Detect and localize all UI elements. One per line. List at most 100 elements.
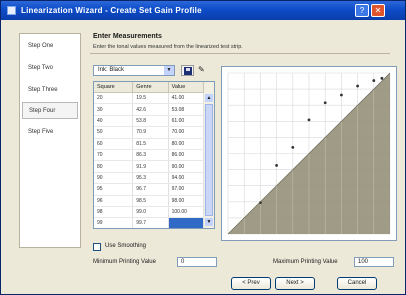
- data-point[interactable]: [307, 118, 311, 122]
- scroll-thumb[interactable]: [205, 104, 213, 216]
- table-row[interactable]: 96 98.5 98.00: [94, 195, 205, 207]
- close-button[interactable]: ✕: [371, 4, 385, 17]
- table-cell[interactable]: 97.00: [168, 183, 205, 196]
- table-cell[interactable]: 95: [94, 183, 134, 196]
- table-cell[interactable]: 61.00: [168, 115, 205, 128]
- use-smoothing-label: Use Smoothing: [105, 243, 147, 249]
- column-header[interactable]: Square: [94, 82, 134, 93]
- table-cell[interactable]: 86.3: [132, 149, 169, 162]
- panel-heading: Enter Measurements: [93, 33, 162, 40]
- table-row[interactable]: 20 19.5 41.00: [94, 92, 205, 105]
- table-cell[interactable]: 90: [94, 172, 134, 185]
- table-cell[interactable]: 90.00: [168, 160, 205, 173]
- min-printing-input[interactable]: 0: [177, 257, 217, 267]
- curve-chart: [227, 72, 391, 235]
- table-cell[interactable]: 99: [94, 217, 134, 228]
- table-scrollbar[interactable]: ▲ ▼: [204, 82, 214, 228]
- column-header[interactable]: Value: [168, 82, 205, 93]
- table-row[interactable]: 50 70.9 70.00: [94, 126, 205, 139]
- table-row[interactable]: 40 53.8 61.00: [94, 115, 205, 128]
- table-cell[interactable]: 20: [94, 92, 134, 105]
- cancel-button[interactable]: Cancel: [337, 277, 377, 290]
- table-cell[interactable]: 70.00: [168, 126, 205, 139]
- ink-select[interactable]: Ink: Black ▼: [93, 65, 175, 76]
- table-cell[interactable]: 94.00: [168, 172, 205, 185]
- step-one[interactable]: Step One: [22, 38, 78, 55]
- table-row[interactable]: 99 99.7: [94, 217, 205, 228]
- use-smoothing-checkbox[interactable]: [93, 243, 101, 251]
- table-cell[interactable]: 40: [94, 115, 134, 128]
- max-printing-input[interactable]: 100: [354, 257, 394, 267]
- floppy-disk-icon: [184, 67, 192, 75]
- table-cell[interactable]: 99.7: [132, 217, 169, 228]
- table-cell[interactable]: 98.00: [168, 195, 205, 207]
- app-icon: [7, 6, 16, 15]
- ink-select-value: Ink: Black: [98, 67, 125, 73]
- table-cell[interactable]: [168, 217, 205, 228]
- table-cell[interactable]: 70: [94, 149, 134, 162]
- edit-button[interactable]: ✎: [196, 65, 209, 76]
- title-bar: Linearization Wizard - Create Set Gain P…: [1, 1, 405, 20]
- table-cell[interactable]: 60: [94, 138, 134, 150]
- table-cell[interactable]: 98: [94, 206, 134, 219]
- step-label: Step Five: [28, 129, 54, 135]
- table-cell[interactable]: 53.08: [168, 103, 205, 116]
- wizard-window: Linearization Wizard - Create Set Gain P…: [0, 0, 406, 295]
- table-cell[interactable]: 42.6: [132, 103, 169, 116]
- table-cell[interactable]: 53.8: [132, 115, 169, 128]
- prev-button[interactable]: < Prev: [231, 277, 271, 290]
- table-row[interactable]: 60 81.5 80.00: [94, 138, 205, 150]
- data-point[interactable]: [275, 164, 278, 167]
- data-point[interactable]: [340, 93, 343, 97]
- table-cell[interactable]: 99.0: [132, 206, 169, 219]
- table-cell[interactable]: 91.9: [132, 160, 169, 173]
- data-point[interactable]: [291, 145, 295, 149]
- step-label: Step Three: [28, 87, 58, 93]
- table-cell[interactable]: 96.7: [132, 183, 169, 196]
- save-button[interactable]: [181, 65, 194, 76]
- table-cell[interactable]: 100.00: [168, 206, 205, 219]
- table-cell[interactable]: 96: [94, 195, 134, 207]
- table-cell[interactable]: 80.00: [168, 138, 205, 150]
- step-five[interactable]: Step Five: [22, 124, 78, 141]
- column-header[interactable]: Genre: [132, 82, 169, 93]
- step-label: Step Two: [28, 65, 53, 71]
- step-three[interactable]: Step Three: [22, 82, 78, 99]
- measurements-table: Square Genre Value 20 19.5 41.00 30 42.6 53.0…: [93, 81, 215, 229]
- min-printing-label: Minimum Printing Value: [93, 259, 156, 265]
- pencil-icon: ✎: [198, 65, 205, 74]
- data-point[interactable]: [380, 76, 384, 80]
- table-row[interactable]: 80 91.9 90.00: [94, 160, 205, 173]
- data-point[interactable]: [356, 84, 359, 88]
- next-button[interactable]: Next >: [275, 277, 315, 290]
- scroll-down-icon[interactable]: ▼: [205, 218, 213, 226]
- divider: [90, 53, 390, 54]
- table-row[interactable]: 30 42.6 53.08: [94, 103, 205, 116]
- table-cell[interactable]: 19.5: [132, 92, 169, 105]
- step-four[interactable]: Step Four: [22, 102, 78, 119]
- table-cell[interactable]: 80: [94, 160, 134, 173]
- table-header: Square Genre Value: [94, 82, 205, 93]
- table-row[interactable]: 90 95.3 94.00: [94, 172, 205, 185]
- chevron-down-icon[interactable]: ▼: [164, 66, 174, 75]
- data-point[interactable]: [323, 101, 327, 105]
- data-point[interactable]: [372, 79, 376, 82]
- table-row[interactable]: 98 99.0 100.00: [94, 206, 205, 219]
- table-row[interactable]: 95 96.7 97.00: [94, 183, 205, 196]
- window-title: Linearization Wizard - Create Set Gain P…: [21, 6, 202, 15]
- table-row[interactable]: 70 86.3 86.00: [94, 149, 205, 162]
- table-cell[interactable]: 41.00: [168, 92, 205, 105]
- step-label: Step Four: [29, 108, 56, 114]
- table-cell[interactable]: 50: [94, 126, 134, 139]
- table-cell[interactable]: 95.3: [132, 172, 169, 185]
- panel-description: Enter the tonal values measured from the…: [93, 44, 243, 50]
- table-cell[interactable]: 81.5: [132, 138, 169, 150]
- table-cell[interactable]: 86.00: [168, 149, 205, 162]
- step-two[interactable]: Step Two: [22, 60, 78, 77]
- table-cell[interactable]: 30: [94, 103, 134, 116]
- scroll-up-icon[interactable]: ▲: [205, 94, 213, 102]
- help-button[interactable]: ?: [355, 4, 369, 17]
- table-cell[interactable]: 98.5: [132, 195, 169, 207]
- wizard-steps: Step One Step Two Step Three Step Four S…: [19, 33, 81, 248]
- table-cell[interactable]: 70.9: [132, 126, 169, 139]
